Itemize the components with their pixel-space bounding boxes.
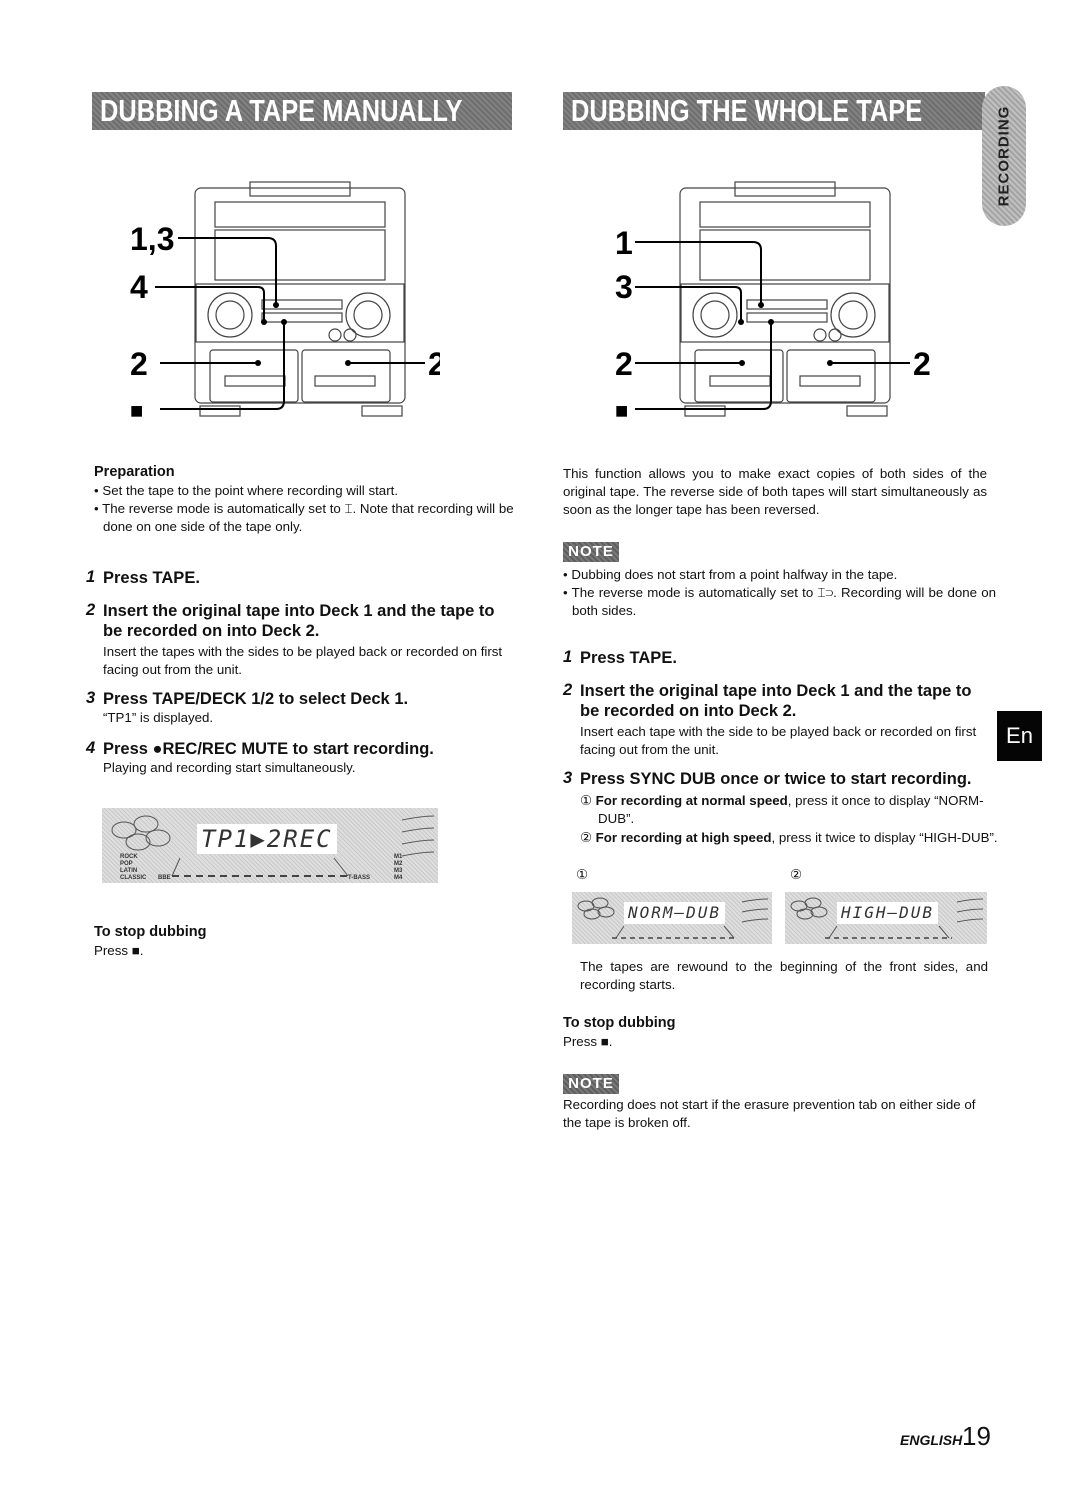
eq-mode-label: LATIN xyxy=(120,868,137,874)
lcd-display-high-dub: HIGH–DUB xyxy=(785,892,987,944)
section-title: DUBBING THE WHOLE TAPE xyxy=(571,93,923,128)
stop-heading: To stop dubbing xyxy=(94,924,207,940)
bullet-text: Set the tape to the point where recordin… xyxy=(102,483,399,498)
page-number: 19 xyxy=(962,1421,991,1451)
step-title: Press ●REC/REC MUTE to start recording. xyxy=(103,740,434,758)
intro-paragraph: This function allows you to make exact c… xyxy=(563,466,987,517)
bullet-text: The reverse mode is automatically set to… xyxy=(571,585,997,618)
step-title: Press TAPE. xyxy=(580,649,677,667)
sub-step-emphasis: For recording at high speed xyxy=(595,830,772,845)
lcd-readout: NORM–DUB xyxy=(624,902,726,924)
sub-step: ① For recording at normal speed, press i… xyxy=(580,792,1006,828)
sub-step-text: , press it twice to display “HIGH-DUB”. xyxy=(771,830,998,845)
language-tab: En xyxy=(997,711,1042,761)
stereo-unit xyxy=(194,181,406,417)
eq-mode-label: CLASSIC xyxy=(120,875,147,881)
step-title: Press TAPE/DECK 1/2 to select Deck 1. xyxy=(103,690,409,708)
section-title: DUBBING A TAPE MANUALLY xyxy=(100,93,463,128)
stop-symbol-label: ■ xyxy=(615,398,628,423)
note-bullet: • Dubbing does not start from a point ha… xyxy=(563,567,898,582)
level-meter-icon xyxy=(401,815,435,857)
step-detail: Insert each tape with the side to be pla… xyxy=(580,724,977,757)
step-title: Press TAPE. xyxy=(103,569,200,587)
step-number: 2 xyxy=(563,681,573,699)
note-text: Recording does not start if the erasure … xyxy=(563,1097,976,1130)
bullet-text: Dubbing does not start from a point half… xyxy=(571,567,898,582)
memory-label: M4 xyxy=(394,875,403,881)
note-bullet: • The reverse mode is automatically set … xyxy=(563,585,997,618)
step-number: 3 xyxy=(563,769,573,787)
callout-label: 4 xyxy=(130,269,148,305)
step-number: 1 xyxy=(563,648,573,666)
preparation-bullet: • The reverse mode is automatically set … xyxy=(94,501,514,534)
step-number: 3 xyxy=(86,689,96,707)
callout-label: 3 xyxy=(615,269,633,305)
recording-chapter-tab: RECORDING xyxy=(982,86,1026,226)
callout-label: 2 xyxy=(615,346,633,382)
eq-mode-label: POP xyxy=(120,861,133,867)
disc-icon xyxy=(133,815,159,833)
memory-label: M1 xyxy=(394,854,403,860)
display-marker: ① xyxy=(576,867,588,882)
preparation-bullet: • Set the tape to the point where record… xyxy=(94,483,399,498)
callout-label: 2 xyxy=(130,346,148,382)
note-badge: NOTE xyxy=(563,542,619,562)
eq-mode-label: ROCK xyxy=(120,854,138,860)
step-number: 1 xyxy=(86,568,96,586)
bbe-label: BBE xyxy=(158,875,171,881)
stereo-diagram-manual: 1,3 4 2 2 ■ xyxy=(130,181,440,423)
after-dub-text: The tapes are rewound to the beginning o… xyxy=(580,959,988,992)
section-banner-manual: DUBBING A TAPE MANUALLY xyxy=(92,92,512,130)
lcd-display-norm-dub: NORM–DUB xyxy=(572,892,772,944)
display-marker: ② xyxy=(790,867,802,882)
memory-label: M3 xyxy=(394,868,403,874)
callout-label: 2 xyxy=(913,346,931,382)
step-title: Insert the original tape into Deck 1 and… xyxy=(580,682,972,720)
stop-instruction: Press ■. xyxy=(563,1034,613,1049)
sub-step-emphasis: For recording at normal speed xyxy=(595,793,788,808)
step-title: Insert the original tape into Deck 1 and… xyxy=(103,602,495,640)
step-detail: Playing and recording start simultaneous… xyxy=(103,760,356,775)
sub-step-marker: ② xyxy=(580,830,592,845)
callout-lines xyxy=(635,241,910,410)
step-number: 4 xyxy=(86,739,96,757)
stop-instruction: Press ■. xyxy=(94,943,144,958)
step-number: 2 xyxy=(86,601,96,619)
lcd-display-tp1-2rec: ROCK POP LATIN CLASSIC BBE T-BASS M1 M2 … xyxy=(102,808,438,883)
lcd-readout: TP1▶2REC xyxy=(197,824,337,854)
step-title: Press SYNC DUB once or twice to start re… xyxy=(580,770,972,788)
callout-label: 1,3 xyxy=(130,221,174,257)
section-banner-whole: DUBBING THE WHOLE TAPE xyxy=(563,92,985,130)
sub-step: ② For recording at high speed, press it … xyxy=(580,829,1006,847)
stop-symbol-label: ■ xyxy=(130,398,143,423)
disc-icon xyxy=(111,821,137,839)
stereo-diagram-whole: 1 3 2 2 ■ xyxy=(615,181,931,423)
bullet-text: The reverse mode is automatically set to… xyxy=(102,501,514,534)
callout-label: 2 xyxy=(428,346,440,382)
callout-label: 1 xyxy=(615,225,633,261)
chapter-label: RECORDING xyxy=(995,105,1013,207)
step-detail: “TP1” is displayed. xyxy=(103,710,214,725)
memory-label: M2 xyxy=(394,861,403,867)
footer-language: ENGLISH xyxy=(900,1432,963,1448)
stereo-unit xyxy=(679,181,891,417)
disc-icon xyxy=(125,833,151,851)
sub-step-marker: ① xyxy=(580,793,592,808)
tbass-label: T-BASS xyxy=(348,875,370,881)
lcd-readout: HIGH–DUB xyxy=(837,902,939,924)
preparation-heading: Preparation xyxy=(94,464,175,480)
step-detail: Insert the tapes with the sides to be pl… xyxy=(103,644,503,677)
stop-heading: To stop dubbing xyxy=(563,1015,676,1031)
note-badge: NOTE xyxy=(563,1074,619,1094)
